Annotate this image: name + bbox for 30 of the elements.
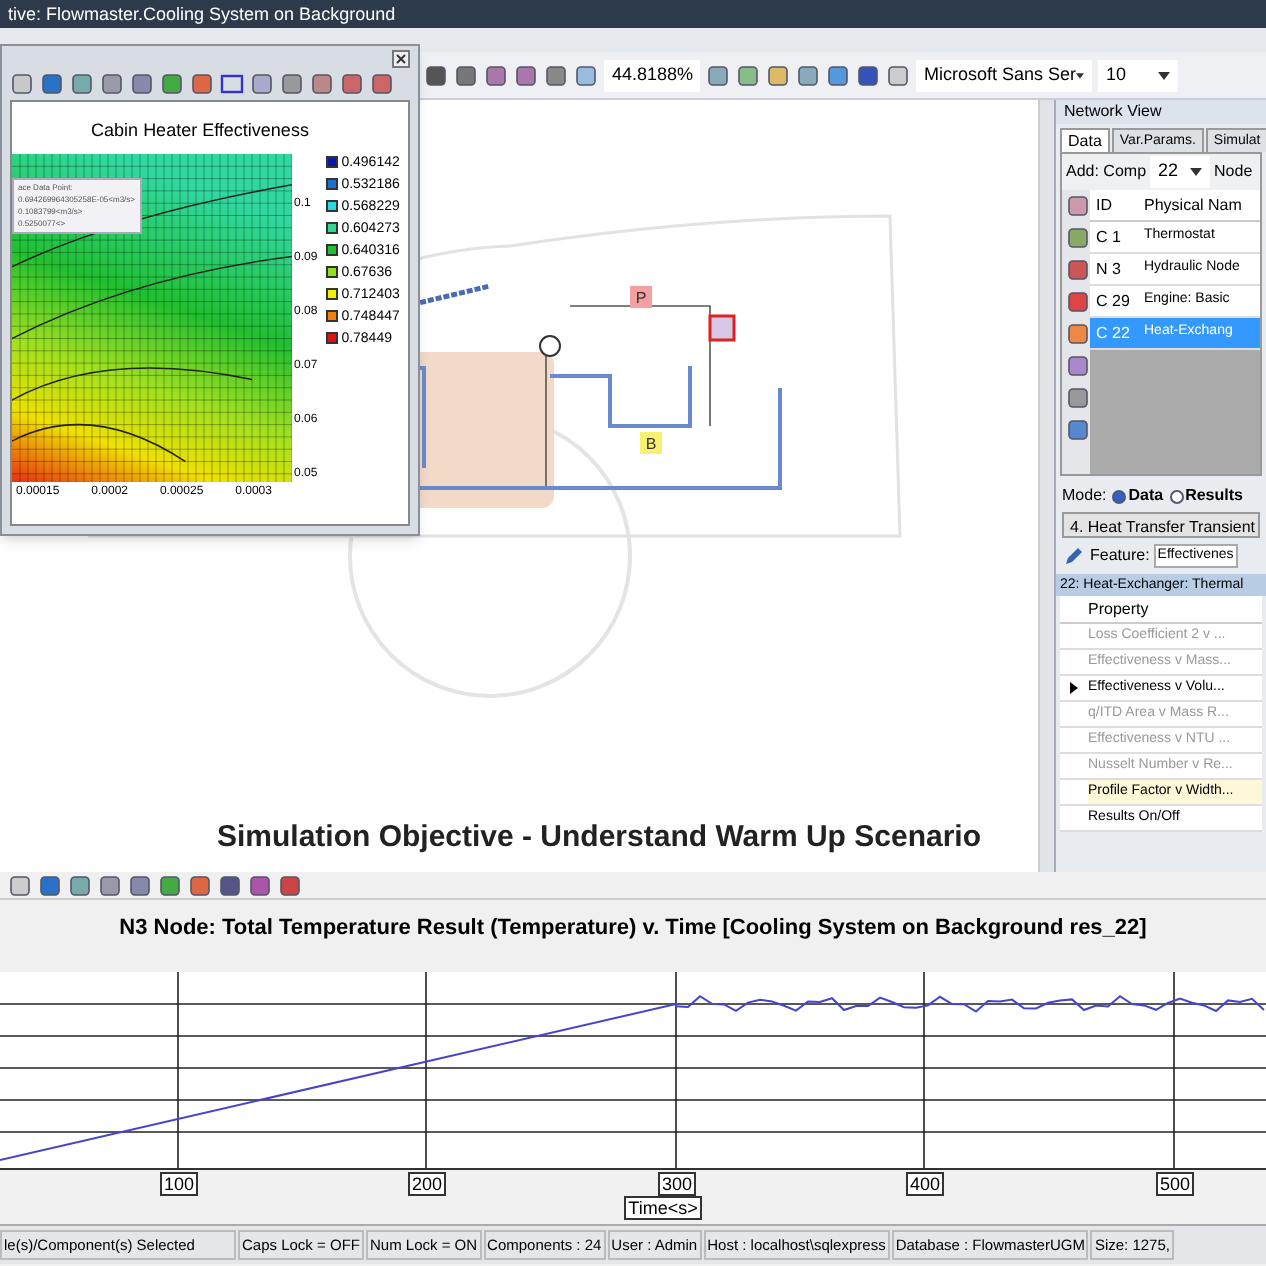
axis-label: Time<s>: [624, 1196, 702, 1220]
dropdown[interactable]: 44.8188%: [604, 59, 700, 91]
analysis-dropdown[interactable]: 4. Heat Transfer Transient: [1062, 512, 1260, 538]
title-bar: tive: Flowmaster.Cooling System on Background: [0, 0, 1266, 28]
radio-button[interactable]: Results: [1169, 484, 1243, 508]
axis-tick-label: 100: [160, 1172, 199, 1196]
panel-title: Network View: [1056, 100, 1266, 124]
radio-button[interactable]: Data: [1112, 484, 1164, 508]
chart-title: N3 Node: Total Temperature Result (Temperature) v. Time [Cooling System on Background res_22]: [117, 914, 1149, 944]
dropdown[interactable]: 22: [1150, 156, 1211, 188]
table-cell-text: C 1: [1094, 225, 1123, 249]
axis-tick-label: 400: [906, 1172, 945, 1196]
tab[interactable]: Data: [1060, 128, 1110, 152]
field-label: Feature:: [1090, 544, 1150, 568]
dropdown[interactable]: 10: [1098, 59, 1178, 91]
chart-title: Cabin Heater Effectiveness: [89, 118, 311, 144]
column-header[interactable]: Property: [1088, 597, 1149, 621]
table-cell-text: N 3: [1094, 257, 1123, 281]
column-header[interactable]: Physical Nam: [1138, 193, 1242, 217]
field-label: Mode:: [1062, 484, 1107, 508]
field-label: Add: Comp: [1066, 160, 1147, 184]
column-header[interactable]: ID: [1090, 193, 1138, 217]
axis-tick-label: 500: [1156, 1172, 1195, 1196]
dropdown[interactable]: Microsoft Sans Ser: [916, 59, 1092, 91]
table-cell-text: C 29: [1094, 289, 1132, 313]
caption: Simulation Objective - Understand Warm Up Scenario: [216, 817, 982, 857]
axis-tick-label: 300: [658, 1172, 697, 1196]
axis-tick-label: 200: [408, 1172, 447, 1196]
table-cell-text: C 22: [1094, 321, 1132, 345]
field-label: Node: [1214, 160, 1253, 184]
